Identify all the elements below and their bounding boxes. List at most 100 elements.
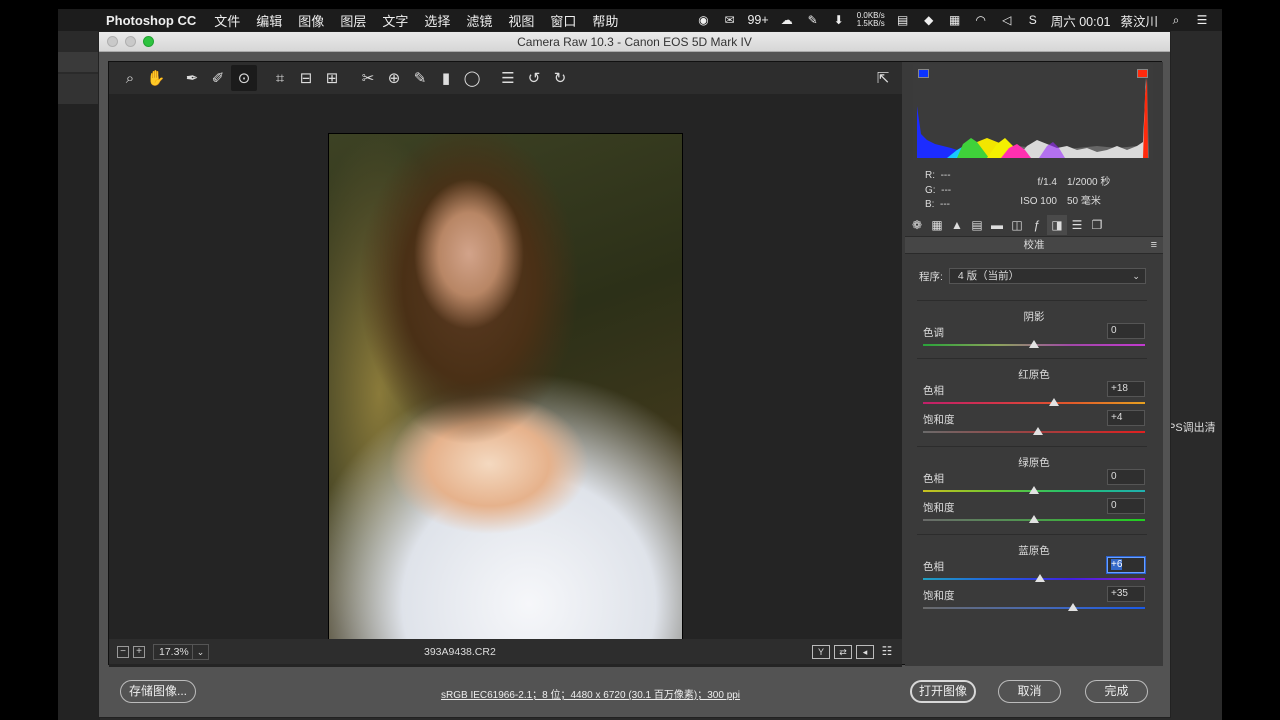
screen-record-icon[interactable]: ◉ [695, 13, 711, 27]
grid-app-icon[interactable]: ▦ [947, 13, 963, 27]
tab-hsl-icon[interactable]: ▤ [967, 215, 987, 235]
panel-menu-icon[interactable]: ≡ [1151, 237, 1157, 253]
green-saturation-slider[interactable]: 饱和度 0 [923, 498, 1145, 528]
slider-thumb[interactable] [1049, 398, 1059, 406]
photo-preview[interactable] [328, 133, 683, 664]
wechat-icon[interactable]: ✉ [721, 13, 737, 27]
tab-calibration-icon[interactable]: ◨ [1047, 215, 1067, 235]
menu-window[interactable]: 窗口 [550, 11, 576, 30]
swap-settings-icon[interactable]: ⇄ [834, 644, 852, 659]
slider-thumb[interactable] [1029, 515, 1039, 523]
red-hue-value[interactable]: +18 [1107, 381, 1145, 397]
before-after-toggle-icon[interactable]: Y [812, 644, 830, 659]
notification-center-icon[interactable]: ☰ [1194, 13, 1210, 27]
cloud-sync-icon[interactable]: ⬇ [831, 13, 847, 27]
blue-saturation-value[interactable]: +35 [1107, 586, 1145, 602]
tab-tone-curve-icon[interactable]: ▦ [927, 215, 947, 235]
divider [917, 534, 1147, 535]
white-balance-icon[interactable]: ✒ [179, 65, 205, 91]
menu-layer[interactable]: 图层 [340, 11, 366, 30]
slider-thumb[interactable] [1033, 427, 1043, 435]
straighten-icon[interactable]: ⊟ [293, 65, 319, 91]
shadows-tint-value[interactable]: 0 [1107, 323, 1145, 339]
background-doc-text: PS调出清 [1168, 422, 1216, 434]
preferences-icon[interactable]: ☰ [495, 65, 521, 91]
red-saturation-value[interactable]: +4 [1107, 410, 1145, 426]
tab-snapshots-icon[interactable]: ❐ [1087, 215, 1107, 235]
notification-badge[interactable]: 99+ [747, 13, 768, 27]
image-preview-area[interactable] [109, 94, 902, 667]
zoom-out-button[interactable]: − [117, 645, 129, 658]
zoom-icon[interactable]: ⌕ [117, 65, 143, 91]
menu-file[interactable]: 文件 [214, 11, 240, 30]
green-hue-value[interactable]: 0 [1107, 469, 1145, 485]
zoom-level-select[interactable]: 17.3% ⌄ [153, 643, 209, 660]
menu-image[interactable]: 图像 [298, 11, 324, 30]
tab-basic-icon[interactable]: ❁ [907, 215, 927, 235]
spot-removal-icon[interactable]: ✂ [355, 65, 381, 91]
open-image-button[interactable]: 打开图像 [910, 680, 976, 703]
crop-icon[interactable]: ⌗ [267, 65, 293, 91]
menu-edit[interactable]: 编辑 [256, 11, 282, 30]
transform-icon[interactable]: ⊞ [319, 65, 345, 91]
blue-hue-value[interactable]: +6 [1107, 557, 1145, 573]
wifi-icon[interactable]: ◠ [973, 13, 989, 27]
slider-thumb[interactable] [1029, 486, 1039, 494]
workflow-options-link[interactable]: sRGB IEC61966-2.1；8 位；4480 x 6720 (30.1 … [441, 686, 740, 701]
graduated-filter-icon[interactable]: ▮ [433, 65, 459, 91]
toggle-default-icon[interactable]: ☷ [878, 645, 896, 659]
clock[interactable]: 周六 00:01 [1051, 11, 1111, 30]
tab-presets-icon[interactable]: ☰ [1067, 215, 1087, 235]
green-hue-slider[interactable]: 色相 0 [923, 469, 1145, 499]
process-version-select[interactable]: 4 版（当前） ⌄ [948, 268, 1146, 284]
blue-saturation-slider[interactable]: 饱和度 +35 [923, 586, 1145, 616]
zoom-in-button[interactable]: + [133, 645, 145, 658]
tab-lens-icon[interactable]: ◫ [1007, 215, 1027, 235]
radial-filter-icon[interactable]: ◯ [459, 65, 485, 91]
divider [917, 358, 1147, 359]
slider-thumb[interactable] [1029, 340, 1039, 348]
shadows-tint-slider[interactable]: 色调 0 [923, 323, 1145, 353]
blue-hue-slider[interactable]: 色相 +6 [923, 557, 1145, 587]
tab-effects-icon[interactable]: ƒ [1027, 215, 1047, 235]
tab-detail-icon[interactable]: ▲ [947, 215, 967, 235]
red-saturation-slider[interactable]: 饱和度 +4 [923, 410, 1145, 440]
adjustment-panel: R: --- G: --- B: --- f/1.4 1/2000 秒 ISO 1… [905, 62, 1163, 666]
volume-icon[interactable]: ◁ [999, 13, 1015, 27]
done-button[interactable]: 完成 [1085, 680, 1148, 703]
menu-view[interactable]: 视图 [508, 11, 534, 30]
slider-thumb[interactable] [1068, 603, 1078, 611]
spotlight-search-icon[interactable]: ⌕ [1168, 13, 1184, 28]
histogram [913, 64, 1153, 160]
color-sampler-icon[interactable]: ✐ [205, 65, 231, 91]
divider [917, 300, 1147, 301]
app-menu[interactable]: Photoshop CC [106, 13, 196, 28]
cancel-button[interactable]: 取消 [998, 680, 1061, 703]
drive-icon[interactable]: ▤ [895, 13, 911, 27]
red-hue-slider[interactable]: 色相 +18 [923, 381, 1145, 411]
menu-type[interactable]: 文字 [382, 11, 408, 30]
evernote-icon[interactable]: ✎ [805, 13, 821, 27]
fullscreen-toggle-icon[interactable]: ⇱ [870, 65, 896, 91]
histogram-graph [917, 76, 1149, 158]
user-name[interactable]: 蔡汶川 [1120, 11, 1158, 30]
green-saturation-value[interactable]: 0 [1107, 498, 1145, 514]
tab-split-toning-icon[interactable]: ▬ [987, 215, 1007, 235]
rotate-left-icon[interactable]: ↺ [521, 65, 547, 91]
creative-cloud-icon[interactable]: ☁ [779, 13, 795, 27]
window-titlebar[interactable]: Camera Raw 10.3 - Canon EOS 5D Mark IV [99, 32, 1170, 52]
targeted-adjustment-icon[interactable]: ⊙ [231, 65, 257, 91]
slider-thumb[interactable] [1035, 574, 1045, 582]
input-method-icon[interactable]: S [1025, 13, 1041, 27]
menu-select[interactable]: 选择 [424, 11, 450, 30]
save-image-button[interactable]: 存储图像... [120, 680, 196, 703]
copy-settings-icon[interactable]: ◂ [856, 644, 874, 659]
rotate-right-icon[interactable]: ↻ [547, 65, 573, 91]
adjustment-brush-icon[interactable]: ✎ [407, 65, 433, 91]
menu-filter[interactable]: 滤镜 [466, 11, 492, 30]
hand-icon[interactable]: ✋ [143, 65, 169, 91]
ps-toolbox [58, 104, 100, 720]
red-eye-icon[interactable]: ⊕ [381, 65, 407, 91]
shield-icon[interactable]: ◆ [921, 13, 937, 27]
menu-help[interactable]: 帮助 [592, 11, 618, 30]
